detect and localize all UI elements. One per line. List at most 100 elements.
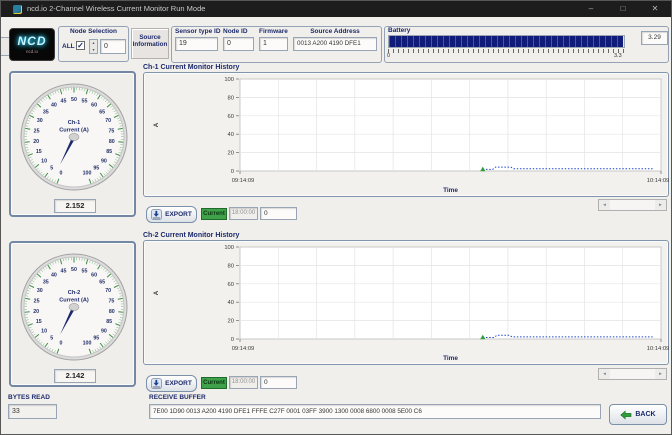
scrollbar-track[interactable] <box>610 369 655 379</box>
svg-text:10:14:09: 10:14:09 <box>647 346 670 352</box>
svg-text:20: 20 <box>228 151 234 157</box>
scroll-right-icon[interactable]: ► <box>655 200 666 210</box>
ch1-export-count: 0 <box>260 207 297 220</box>
svg-text:40: 40 <box>51 273 57 279</box>
svg-text:Current (A): Current (A) <box>59 128 89 134</box>
export-icon <box>151 209 162 220</box>
ch1-gauge-dial: 0510152025303540455055606570758085909510… <box>11 73 137 204</box>
ch2-export-time: 18:00:00 <box>229 376 258 389</box>
firmware-value: 1 <box>259 37 288 51</box>
ch2-history-chart: 020406080100A09:14:0910:14:09Time <box>144 241 670 371</box>
receive-buffer-value: 7E00 1D90 0013 A200 4190 DFE1 FFFE C27F … <box>149 404 601 419</box>
svg-text:100: 100 <box>83 341 92 347</box>
svg-text:45: 45 <box>61 98 67 104</box>
svg-text:40: 40 <box>228 132 234 138</box>
back-button[interactable]: BACK <box>609 404 667 425</box>
ch1-status-badge: Current <box>201 208 227 220</box>
ncd-logo: NCD ncd.io <box>9 28 55 61</box>
svg-text:09:14:09: 09:14:09 <box>232 178 255 184</box>
svg-text:50: 50 <box>71 97 77 103</box>
export-icon <box>151 378 162 389</box>
svg-text:10:14:09: 10:14:09 <box>647 178 670 184</box>
svg-text:A: A <box>153 122 160 127</box>
svg-text:20: 20 <box>228 319 234 325</box>
svg-text:Ch-1: Ch-1 <box>68 120 80 126</box>
svg-text:60: 60 <box>91 103 97 109</box>
scroll-right-icon[interactable]: ► <box>655 369 666 379</box>
svg-text:90: 90 <box>101 328 107 334</box>
scroll-left-icon[interactable]: ◄ <box>599 369 610 379</box>
svg-text:Time: Time <box>443 187 458 194</box>
svg-text:95: 95 <box>93 166 99 172</box>
ch1-chart-scrollbar[interactable]: ◄ ► <box>598 199 667 211</box>
svg-text:30: 30 <box>37 288 43 294</box>
svg-text:5: 5 <box>50 166 53 172</box>
bytes-read-label: BYTES READ <box>8 394 50 401</box>
sensor-type-id-label: Sensor type ID <box>175 28 221 35</box>
ch1-export-button[interactable]: EXPORT <box>146 206 197 223</box>
battery-ruler <box>388 49 625 53</box>
svg-text:0: 0 <box>231 169 234 175</box>
svg-text:Current (A): Current (A) <box>59 298 89 304</box>
node-number-input[interactable]: 0 <box>100 39 126 54</box>
svg-text:60: 60 <box>91 273 97 279</box>
svg-text:0: 0 <box>60 171 63 177</box>
ch2-export-button[interactable]: EXPORT <box>146 375 197 392</box>
spinner-down-icon[interactable]: ▼ <box>90 47 97 54</box>
ch2-gauge-value: 2.142 <box>54 369 96 383</box>
svg-text:65: 65 <box>99 110 105 116</box>
svg-text:0: 0 <box>231 337 234 343</box>
window-title: ncd.io 2-Channel Wireless Current Monito… <box>27 1 205 17</box>
scrollbar-track[interactable] <box>610 200 655 210</box>
svg-text:35: 35 <box>43 280 49 286</box>
node-spinner[interactable]: ▲ ▼ <box>89 39 98 54</box>
logo-sub-text: ncd.io <box>10 49 54 54</box>
node-id-label: Node ID <box>223 28 248 35</box>
svg-text:75: 75 <box>108 128 114 134</box>
svg-text:60: 60 <box>228 282 234 288</box>
export-button-label: EXPORT <box>165 380 192 387</box>
scroll-left-icon[interactable]: ◄ <box>599 200 610 210</box>
svg-text:25: 25 <box>34 128 40 134</box>
all-checkbox[interactable]: ✓ <box>76 41 85 50</box>
node-id-value: 0 <box>223 37 254 51</box>
svg-text:Ch-2: Ch-2 <box>68 290 80 296</box>
svg-text:25: 25 <box>34 298 40 304</box>
minimize-icon[interactable]: – <box>581 1 601 17</box>
battery-bar <box>388 35 625 48</box>
svg-text:85: 85 <box>106 149 112 155</box>
svg-text:30: 30 <box>37 118 43 124</box>
svg-text:15: 15 <box>36 319 42 325</box>
svg-text:10: 10 <box>41 158 47 164</box>
svg-text:80: 80 <box>109 309 115 315</box>
svg-text:20: 20 <box>33 309 39 315</box>
spinner-up-icon[interactable]: ▲ <box>90 40 97 47</box>
svg-text:5: 5 <box>50 336 53 342</box>
sensor-type-id-value: 19 <box>175 37 218 51</box>
ch2-chart-panel: 020406080100A09:14:0910:14:09Time <box>143 240 669 365</box>
svg-text:100: 100 <box>224 77 234 83</box>
ch2-gauge-dial: 0510152025303540455055606570758085909510… <box>11 243 137 374</box>
maximize-icon[interactable]: □ <box>613 1 633 17</box>
battery-min-label: 0 <box>387 53 390 59</box>
svg-text:10: 10 <box>41 328 47 334</box>
svg-text:100: 100 <box>224 245 234 251</box>
ch1-chart-panel: 020406080100A09:14:0910:14:09Time <box>143 72 669 197</box>
svg-text:70: 70 <box>105 118 111 124</box>
app-window: ncd.io 2-Channel Wireless Current Monito… <box>0 0 672 435</box>
all-label: ALL <box>62 43 75 50</box>
svg-text:0: 0 <box>60 341 63 347</box>
svg-text:70: 70 <box>105 288 111 294</box>
battery-max-label: 3.3 <box>614 53 622 59</box>
ch2-section-title: Ch-2 Current Monitor History <box>143 232 239 239</box>
ch2-chart-scrollbar[interactable]: ◄ ► <box>598 368 667 380</box>
svg-text:90: 90 <box>101 158 107 164</box>
svg-text:80: 80 <box>109 139 115 145</box>
ch2-gauge-panel: 0510152025303540455055606570758085909510… <box>9 241 136 387</box>
svg-text:40: 40 <box>51 103 57 109</box>
svg-text:95: 95 <box>93 336 99 342</box>
svg-text:A: A <box>153 290 160 295</box>
export-button-label: EXPORT <box>165 211 192 218</box>
svg-text:40: 40 <box>228 300 234 306</box>
close-icon[interactable]: ✕ <box>645 1 665 17</box>
